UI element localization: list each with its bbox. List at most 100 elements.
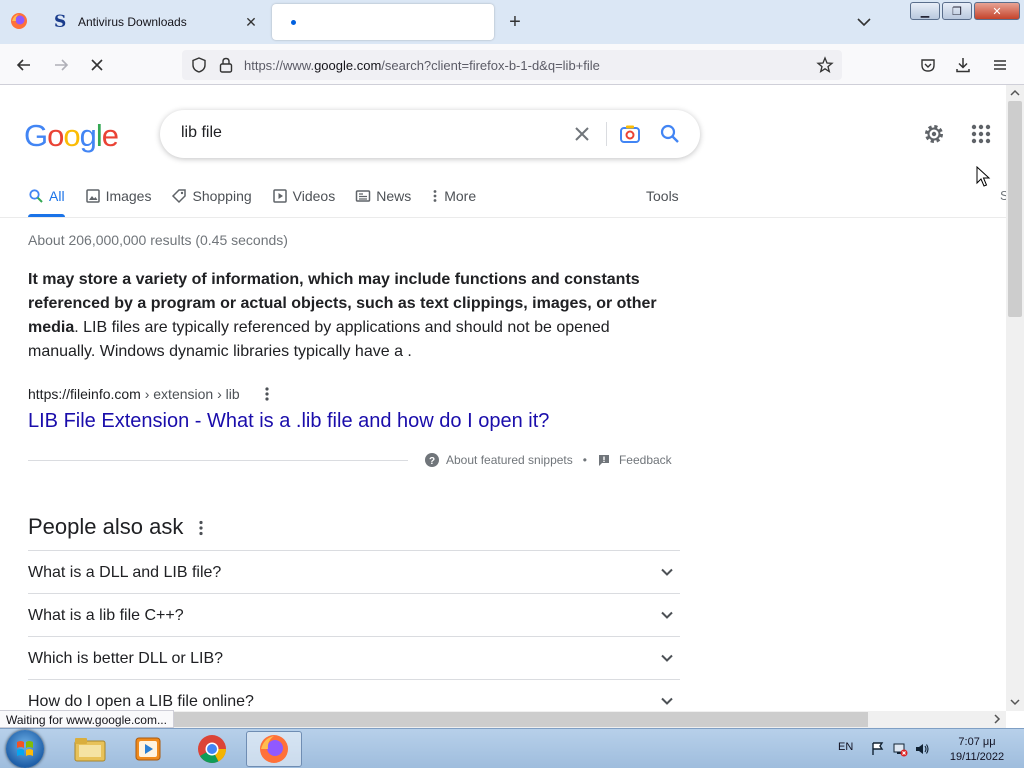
language-indicator[interactable]: EN (838, 741, 853, 753)
gear-icon[interactable] (922, 122, 946, 146)
snippet-footer: ? About featured snippets • Feedback (424, 452, 672, 468)
chevron-down-icon (661, 654, 673, 662)
result-site: https://fileinfo.com (28, 386, 141, 402)
vertical-scrollbar[interactable] (1006, 85, 1024, 711)
volume-icon[interactable] (914, 741, 930, 757)
vertical-scroll-thumb[interactable] (1008, 101, 1022, 317)
result-title-link[interactable]: LIB File Extension - What is a .lib file… (28, 410, 549, 433)
video-play-icon (272, 189, 287, 203)
more-vertical-icon[interactable] (261, 385, 273, 403)
clock-date: 19/11/2022 (949, 751, 1005, 763)
apps-grid-icon[interactable] (969, 122, 993, 146)
featured-snippet: It may store a variety of information, w… (28, 268, 668, 364)
tab-label: All (49, 188, 65, 204)
separator-dot: • (582, 453, 587, 467)
taskbar-media-player[interactable] (120, 731, 176, 767)
windows-logo-icon (17, 741, 33, 756)
windows-taskbar: EN 7:07 μμ 19/11/2022 (0, 728, 1024, 768)
tab-label: News (376, 188, 412, 204)
result-url[interactable]: https://fileinfo.com › extension › lib (28, 386, 240, 402)
chevron-down-icon (661, 611, 673, 619)
feedback-link[interactable]: Feedback (619, 453, 672, 467)
lens-camera-icon[interactable] (618, 122, 642, 146)
tools-button[interactable]: Tools (646, 188, 679, 204)
tab-label: Videos (292, 188, 336, 204)
scroll-down-icon[interactable] (1010, 697, 1020, 707)
stop-loading-button[interactable] (84, 52, 110, 78)
app-menu-button[interactable] (987, 52, 1013, 78)
paa-question-text: What is a DLL and LIB file? (28, 564, 222, 581)
search-box[interactable]: lib file (160, 110, 700, 158)
site-favicon-icon: S (54, 12, 67, 32)
chrome-icon (198, 735, 226, 763)
download-icon (956, 58, 970, 73)
tab-label: Shopping (192, 188, 252, 204)
tab-all[interactable]: All (28, 186, 65, 206)
scroll-right-icon[interactable] (992, 714, 1002, 724)
firefox-icon[interactable] (10, 12, 28, 30)
paa-question[interactable]: What is a DLL and LIB file? (28, 550, 680, 593)
logo-letter: G (24, 118, 48, 153)
tab-videos[interactable]: Videos (272, 186, 336, 206)
logo-letter: o (63, 118, 80, 153)
loading-indicator-icon (291, 19, 296, 25)
shield-icon[interactable] (190, 56, 208, 74)
paa-question-text: What is a lib file C++? (28, 607, 184, 624)
tab-more[interactable]: More (431, 186, 476, 206)
url-path: /search?client=firefox-b-1-d&q=lib+file (381, 58, 600, 73)
restore-button[interactable]: ❐ (942, 2, 972, 20)
clear-search-icon[interactable] (570, 122, 594, 146)
back-button[interactable] (11, 52, 37, 78)
window-controls: ▁ ❐ ✕ (910, 2, 1020, 20)
about-featured-snippets-link[interactable]: About featured snippets (446, 453, 573, 467)
lock-icon[interactable] (218, 56, 234, 74)
new-tab-button[interactable]: + (504, 11, 526, 33)
action-center-flag-icon[interactable] (870, 741, 886, 757)
result-stats: About 206,000,000 results (0.45 seconds) (28, 232, 288, 248)
tab-antivirus-downloads[interactable]: S Antivirus Downloads ✕ (44, 4, 268, 40)
taskbar-firefox[interactable] (246, 731, 302, 767)
snippet-text: . LIB files are typically referenced by … (28, 319, 610, 360)
logo-letter: g (79, 118, 97, 153)
bookmark-star-icon[interactable] (816, 56, 834, 74)
pocket-button[interactable] (915, 52, 941, 78)
tab-news[interactable]: News (355, 186, 411, 206)
downloads-button[interactable] (950, 52, 976, 78)
start-button[interactable] (6, 730, 44, 768)
header-divider (0, 217, 1006, 218)
paa-question[interactable]: What is a lib file C++? (28, 593, 680, 636)
search-icon[interactable] (658, 122, 682, 146)
tab-images[interactable]: Images (85, 186, 152, 206)
tab-label: Images (105, 188, 152, 204)
more-vertical-icon[interactable] (195, 518, 207, 538)
taskbar-file-explorer[interactable] (62, 731, 118, 767)
mouse-cursor-icon (976, 166, 991, 187)
address-bar[interactable]: https://www.google.com/search?client=fir… (182, 50, 842, 80)
search-icon (29, 189, 43, 203)
tab-shopping[interactable]: Shopping (171, 186, 252, 206)
tab-google-loading[interactable] (272, 4, 494, 40)
help-circle-icon: ? (425, 453, 439, 467)
close-icon (91, 59, 103, 71)
tab-label: More (444, 188, 477, 204)
minimize-button[interactable]: ▁ (910, 2, 940, 20)
network-disconnected-icon[interactable] (892, 741, 908, 757)
search-divider (606, 122, 607, 146)
search-tabs: All Images Shopping Videos News More (28, 186, 496, 218)
more-vertical-icon (433, 190, 437, 202)
paa-question-text: How do I open a LIB file online? (28, 693, 254, 710)
taskbar-chrome[interactable] (184, 731, 240, 767)
paa-question[interactable]: Which is better DLL or LIB? (28, 636, 680, 679)
forward-arrow-icon (55, 59, 69, 71)
chevron-down-icon[interactable] (854, 12, 874, 32)
chevron-down-icon (661, 568, 673, 576)
search-input[interactable]: lib file (181, 124, 222, 142)
google-logo[interactable]: Google (24, 118, 119, 154)
forward-button[interactable] (48, 52, 74, 78)
tab-strip: S Antivirus Downloads ✕ + ▁ ❐ ✕ (0, 0, 1024, 44)
close-window-button[interactable]: ✕ (974, 2, 1020, 20)
tab-close-icon[interactable]: ✕ (240, 11, 262, 33)
system-clock[interactable]: 7:07 μμ 19/11/2022 (944, 735, 1010, 765)
navigation-toolbar: https://www.google.com/search?client=fir… (0, 44, 1024, 85)
scroll-up-icon[interactable] (1010, 88, 1020, 98)
